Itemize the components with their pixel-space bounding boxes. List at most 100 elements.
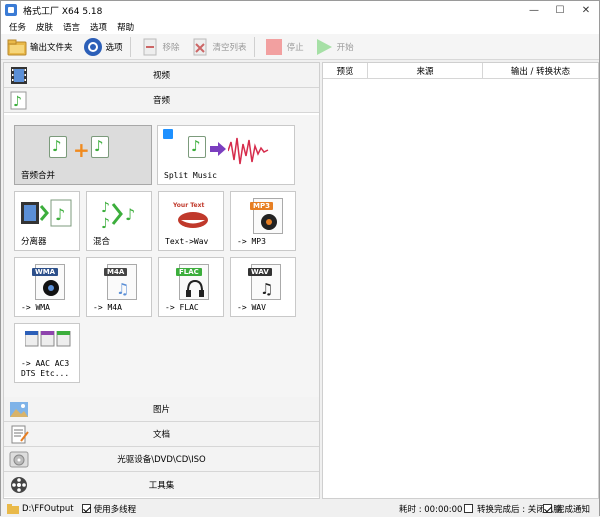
music-note-icon: ♪ [9,91,29,110]
status-bar: D:\FFOutput 使用多线程 耗时 : 00:00:00 转换完成后 : … [1,501,599,516]
film-icon [9,66,29,85]
output-folder-icon [7,503,19,514]
menu-skin[interactable]: 皮肤 [36,21,53,33]
task-list[interactable]: 预览 来源 输出 / 转换状态 [322,62,599,499]
audio-joiner-icon: + [49,134,124,170]
category-picture[interactable]: 图片 [4,397,319,422]
tile-to-flac[interactable]: FLAC -> FLAC [158,257,224,317]
format-badge: MP3 [250,202,273,210]
options-label: 选项 [105,42,123,53]
svg-text:♫: ♫ [260,280,273,297]
menu-options[interactable]: 选项 [90,21,107,33]
category-rom-label: 光驱设备\DVD\CD\ISO [117,455,206,465]
remove-label: 移除 [162,42,180,53]
output-path[interactable]: D:\FFOutput [22,504,74,514]
multithread-checkbox[interactable] [81,504,91,513]
format-badge: WAV [248,268,272,276]
category-tools[interactable]: 工具集 [4,472,319,497]
tile-to-wav[interactable]: WAV ♫ -> WAV [230,257,296,317]
mix-icon: ♪ ♪ ♪ [97,196,143,232]
toolbar-separator [253,36,255,57]
tile-label: -> FLAC [165,303,199,312]
folder-icon [7,37,27,57]
tile-to-m4a[interactable]: M4A ♫ -> M4A [86,257,152,317]
category-rom-device[interactable]: 光驱设备\DVD\CD\ISO [4,447,319,472]
close-button[interactable]: ✕ [573,1,599,19]
elapsed-time: 耗时 : 00:00:00 [399,504,463,515]
stop-button[interactable]: 停止 [264,37,304,57]
tile-label: Split Music [164,171,217,180]
toolbar: 输出文件夹 选项 移除 清空列表 停止 开始 [1,34,599,60]
format-badge: M4A [104,268,128,276]
text-badge: Your Text [173,202,205,209]
mp3-file-icon: MP3 [250,198,283,234]
category-picture-label: 图片 [152,405,170,415]
minimize-button[interactable]: — [521,1,547,19]
title-bar: 格式工厂 X64 5.18 — ☐ ✕ [1,1,599,19]
text-speech-icon: Your Text [173,202,213,232]
notify-label: 完成通知 [556,504,591,515]
notify-checkbox[interactable] [543,504,552,513]
menu-bar: 任务 皮肤 语言 选项 帮助 [1,19,599,34]
remove-button[interactable]: 移除 [140,37,180,57]
stop-label: 停止 [286,42,304,53]
tile-label: -> AAC AC3 DTS Etc... [21,359,70,378]
tile-audio-joiner[interactable]: + 音频合并 [14,125,152,185]
options-button[interactable]: 选项 [83,37,123,57]
column-preview[interactable]: 预览 [323,63,368,79]
category-document-label: 文档 [152,430,170,440]
svg-text:♪: ♪ [101,200,110,216]
tile-split-music[interactable]: Split Music [157,125,295,185]
task-list-header: 预览 来源 输出 / 转换状态 [323,63,598,79]
flac-file-icon: FLAC [176,264,209,300]
multi-format-icon [24,330,71,347]
svg-text:♪: ♪ [55,205,65,224]
split-music-icon [188,132,278,172]
tile-label: -> MP3 [237,237,266,246]
svg-text:♫: ♫ [116,280,129,297]
tile-to-aac-ac3-dts[interactable]: -> AAC AC3 DTS Etc... [14,323,80,383]
format-badge: WMA [32,268,59,276]
window-title: 格式工厂 X64 5.18 [23,6,103,17]
disc-drive-icon [9,450,29,469]
tile-label: Text->Wav [165,237,209,246]
tile-to-wma[interactable]: WMA -> WMA [14,257,80,317]
svg-text:♪: ♪ [13,94,22,110]
toolbar-separator [129,36,131,57]
menu-help[interactable]: 帮助 [117,21,134,33]
after-done-checkbox[interactable] [464,504,473,513]
tile-to-mp3[interactable]: MP3 -> MP3 [230,191,296,251]
tile-label: 混合 [93,237,111,247]
start-button[interactable]: 开始 [314,37,354,57]
format-badge: FLAC [176,268,202,276]
app-window: 格式工厂 X64 5.18 — ☐ ✕ 任务 皮肤 语言 选项 帮助 输出文件夹… [0,0,600,516]
document-icon [9,425,29,444]
tile-label: -> WAV [237,303,266,312]
svg-text:♪: ♪ [125,205,135,224]
wav-file-icon: WAV ♫ [248,264,281,300]
category-audio[interactable]: ♪ 音频 [4,88,319,113]
audio-tiles-area: + 音频合并 Split Music ♪ 分离器 [4,115,319,397]
diamond-badge-icon [163,129,173,139]
tools-reel-icon [9,475,29,494]
column-source[interactable]: 来源 [368,63,483,79]
category-document[interactable]: 文档 [4,422,319,447]
options-gear-icon [83,37,103,57]
wma-file-icon: WMA [32,264,65,300]
output-folder-button[interactable]: 输出文件夹 [7,37,73,57]
tile-mix[interactable]: ♪ ♪ ♪ 混合 [86,191,152,251]
menu-task[interactable]: 任务 [9,21,26,33]
category-video-label: 视频 [152,71,170,81]
menu-language[interactable]: 语言 [63,21,80,33]
tile-text-to-wav[interactable]: Your Text Text->Wav [158,191,224,251]
category-video[interactable]: 视频 [4,63,319,88]
column-output-status[interactable]: 输出 / 转换状态 [483,63,598,79]
picture-icon [9,400,29,419]
maximize-button[interactable]: ☐ [547,1,573,19]
start-label: 开始 [336,42,354,53]
svg-text:♪: ♪ [101,216,110,232]
tile-splitter[interactable]: ♪ 分离器 [14,191,80,251]
clear-list-button[interactable]: 清空列表 [190,37,247,57]
function-panel: 视频 ♪ 音频 + 音频合并 [3,62,320,499]
clear-list-icon [190,37,210,57]
